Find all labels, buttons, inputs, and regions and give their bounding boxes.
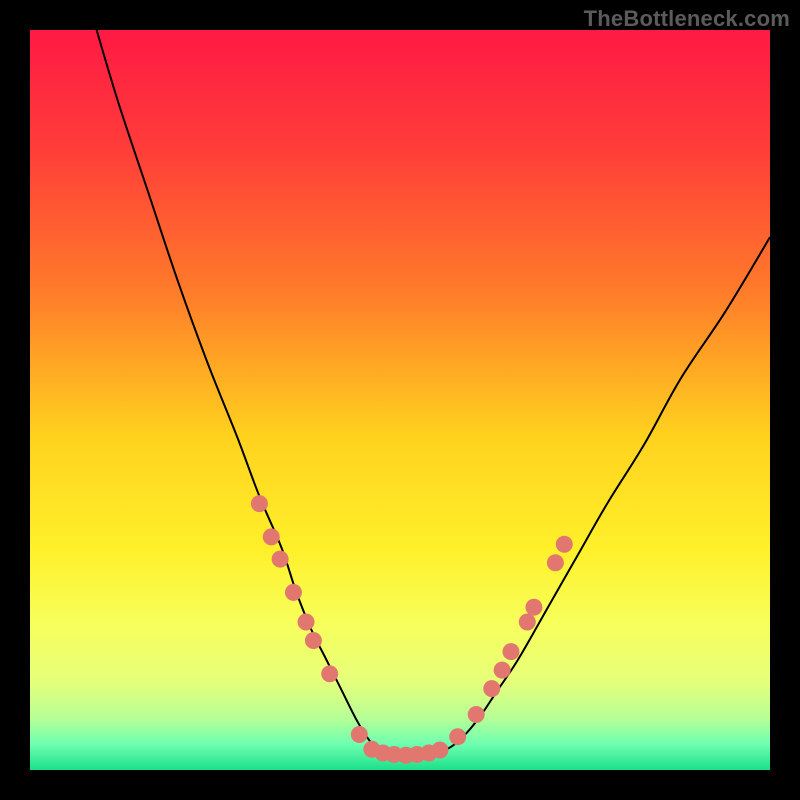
- data-marker: [351, 726, 368, 743]
- watermark-text: TheBottleneck.com: [584, 6, 790, 32]
- plot-area: [30, 30, 770, 770]
- data-marker: [556, 536, 573, 553]
- data-marker: [449, 728, 466, 745]
- data-marker: [483, 680, 500, 697]
- data-marker: [285, 584, 302, 601]
- data-marker: [263, 528, 280, 545]
- data-marker: [519, 614, 536, 631]
- data-marker: [547, 554, 564, 571]
- data-marker: [468, 706, 485, 723]
- data-marker: [525, 599, 542, 616]
- stage: TheBottleneck.com: [0, 0, 800, 800]
- data-marker: [272, 551, 289, 568]
- data-marker: [494, 662, 511, 679]
- data-marker: [251, 495, 268, 512]
- data-marker: [503, 643, 520, 660]
- data-marker: [321, 665, 338, 682]
- gradient-background: [30, 30, 770, 770]
- data-marker: [298, 614, 315, 631]
- data-marker: [305, 632, 322, 649]
- data-marker: [431, 742, 448, 759]
- plot-svg: [30, 30, 770, 770]
